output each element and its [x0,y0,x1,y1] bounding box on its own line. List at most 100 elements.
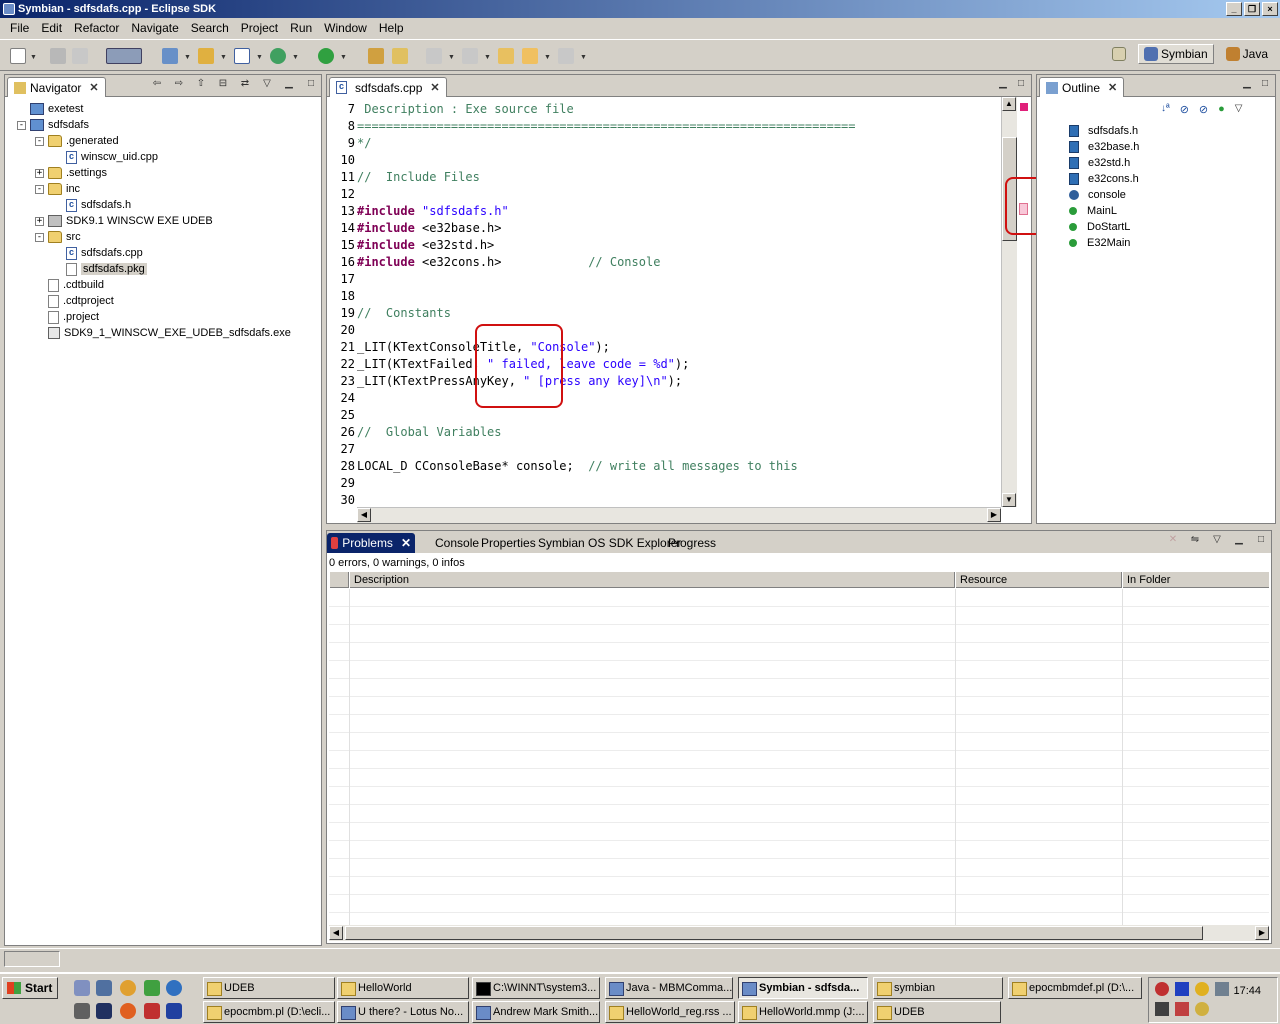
perspective-symbian[interactable]: Symbian [1137,44,1214,64]
outline-item[interactable]: e32base.h [1069,139,1139,155]
maximize-view-icon[interactable]: □ [1255,535,1267,547]
menu-search[interactable]: Search [185,21,235,35]
collapse-icon[interactable]: - [35,136,44,146]
eclipse-quicklaunch-icon[interactable] [166,1003,182,1019]
minimize-view-icon[interactable]: ▁ [1233,535,1245,547]
restore-button[interactable]: ❐ [1244,2,1260,16]
start-button[interactable]: Start [2,977,58,999]
tree-item[interactable]: exetest [17,101,83,117]
forward-dropdown-icon[interactable]: ▼ [580,54,587,61]
collapse-icon[interactable]: - [17,120,26,130]
collapse-icon[interactable]: - [35,184,44,194]
run-icon[interactable] [318,48,334,64]
scroll-right-button[interactable]: ▶ [987,508,1001,522]
menu-project[interactable]: Project [235,21,284,35]
hide-fields-icon[interactable]: ⊘ [1180,103,1189,116]
tree-item[interactable]: - .generated [35,133,119,149]
firefox-icon[interactable] [120,1003,136,1019]
quicklaunch-app-icon[interactable] [144,980,160,996]
taskbar-button[interactable]: Andrew Mark Smith... [472,1001,600,1023]
menu-window[interactable]: Window [318,21,373,35]
scroll-left-button[interactable]: ◀ [357,508,371,522]
previous-annotation-icon[interactable] [462,48,478,64]
taskbar-button[interactable]: U there? - Lotus No... [337,1001,469,1023]
problems-horizontal-scrollbar[interactable]: ◀ ▶ [329,925,1269,941]
vertical-scrollbar[interactable]: ▲ ▼ [1001,97,1017,507]
view-menu-icon[interactable]: ▽ [1211,535,1223,547]
code-line[interactable]: // Global Variables [357,424,502,441]
up-icon[interactable]: ⇧ [195,79,207,91]
perspective-java[interactable]: Java [1220,44,1274,64]
code-line[interactable]: #include <e32cons.h> // Console [357,254,660,271]
last-edit-icon[interactable] [498,48,514,64]
view-menu-icon[interactable]: ▽ [261,79,273,91]
code-line[interactable]: #include <e32std.h> [357,237,494,254]
outline-item[interactable]: MainL [1069,203,1117,219]
new-dropdown-icon[interactable]: ▼ [30,54,37,61]
clock[interactable]: 17:44 [1233,985,1261,997]
tray-lock-icon[interactable] [1155,1002,1169,1016]
tab-properties[interactable]: Properties [477,533,540,553]
tab-outline[interactable]: Outline ✕ [1039,77,1125,97]
tab-navigator[interactable]: Navigator ✕ [7,77,106,97]
back-dropdown-icon[interactable]: ▼ [544,54,551,61]
back-icon[interactable] [522,48,538,64]
maximize-view-icon[interactable]: □ [1015,79,1027,91]
new-icon[interactable] [10,48,26,64]
outline-item[interactable]: sdfsdafs.h [1069,123,1138,139]
sdk-build-icon[interactable] [106,48,142,64]
outline-item[interactable]: DoStartL [1069,219,1130,235]
outline-item[interactable]: e32cons.h [1069,171,1139,187]
quicklaunch-tool-icon[interactable] [144,1003,160,1019]
problems-table-body[interactable] [329,589,1269,925]
outline-item[interactable]: E32Main [1069,235,1130,251]
column-header-description[interactable]: Description [349,572,955,588]
tray-antivirus-icon[interactable] [1155,982,1169,996]
horizontal-scrollbar[interactable]: ◀ ▶ [357,507,1001,523]
close-icon[interactable]: ✕ [1108,81,1117,94]
refresh-dropdown-icon[interactable]: ▼ [292,54,299,61]
code-line[interactable]: #include "sdfsdafs.h" [357,203,509,220]
code-line[interactable]: // Include Files [357,169,480,186]
scroll-thumb[interactable] [345,926,1203,940]
tab-console[interactable]: Console [431,533,483,553]
tree-item[interactable]: .cdtbuild [35,277,104,293]
taskbar-button[interactable]: Java - MBMComma... [605,977,733,999]
menu-edit[interactable]: Edit [35,21,68,35]
close-icon[interactable]: ✕ [430,81,439,94]
save-icon[interactable] [50,48,66,64]
minimize-button[interactable]: _ [1226,2,1242,16]
previous-annotation-dropdown-icon[interactable]: ▼ [484,54,491,61]
minimize-view-icon[interactable]: ▁ [997,79,1009,91]
forward-icon[interactable]: ⇨ [173,79,185,91]
maximize-view-icon[interactable]: □ [1259,79,1271,91]
print-icon[interactable] [72,48,88,64]
next-annotation-dropdown-icon[interactable]: ▼ [448,54,455,61]
next-annotation-icon[interactable] [426,48,442,64]
new-class-icon[interactable] [234,48,250,64]
new-project-icon[interactable] [162,48,178,64]
tree-item[interactable]: SDK9_1_WINSCW_EXE_UDEB_sdfsdafs.exe [35,325,291,341]
minimize-view-icon[interactable]: ▁ [1241,79,1253,91]
scroll-right-button[interactable]: ▶ [1255,926,1269,940]
code-line[interactable]: // Constants [357,305,451,322]
new-class-dropdown-icon[interactable]: ▼ [256,54,263,61]
tree-item[interactable]: winscw_uid.cpp [53,149,158,165]
new-folder-dropdown-icon[interactable]: ▼ [220,54,227,61]
tree-item[interactable]: + SDK9.1 WINSCW EXE UDEB [35,213,213,229]
desktop-icon[interactable] [74,980,90,996]
hide-non-public-icon[interactable]: ● [1218,103,1225,116]
code-line[interactable]: #include <e32base.h> [357,220,502,237]
tray-activity-icon[interactable] [1175,1002,1189,1016]
menu-refactor[interactable]: Refactor [68,21,125,35]
close-button[interactable]: × [1262,2,1278,16]
open-perspective-button[interactable] [1106,44,1132,64]
tab-progress[interactable]: Progress [664,533,720,553]
collapse-icon[interactable]: - [35,232,44,242]
taskbar-button[interactable]: C:\WINNT\system3... [472,977,600,999]
tree-item[interactable]: sdfsdafs.cpp [53,245,143,261]
taskbar-button[interactable]: HelloWorld [337,977,469,999]
close-icon[interactable]: ✕ [89,81,98,94]
code-line[interactable]: LOCAL_D CConsoleBase* console; // write … [357,458,798,475]
run-dropdown-icon[interactable]: ▼ [340,54,347,61]
